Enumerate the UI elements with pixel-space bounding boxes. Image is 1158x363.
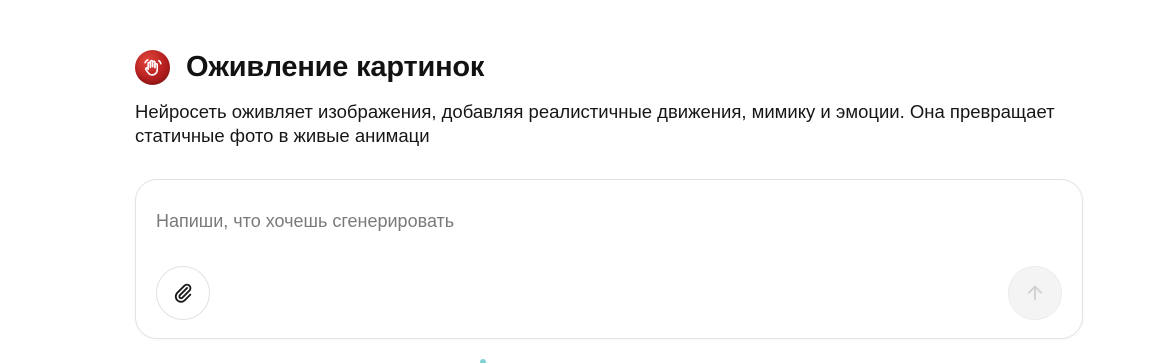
paperclip-icon <box>174 283 192 303</box>
page-header: Оживление картинок <box>135 50 484 85</box>
send-button[interactable] <box>1008 266 1062 320</box>
page-title: Оживление картинок <box>186 51 485 83</box>
page: Оживление картинок Нейросеть оживляет из… <box>0 0 1158 363</box>
attach-button[interactable] <box>156 266 210 320</box>
page-description: Нейросеть оживляет изображения, добавляя… <box>135 101 1055 146</box>
prompt-input[interactable] <box>156 208 996 234</box>
arrow-up-icon <box>1028 285 1042 301</box>
waving-hand-icon <box>135 50 170 85</box>
prompt-box <box>135 179 1083 339</box>
scroll-indicator-dot <box>480 359 486 363</box>
